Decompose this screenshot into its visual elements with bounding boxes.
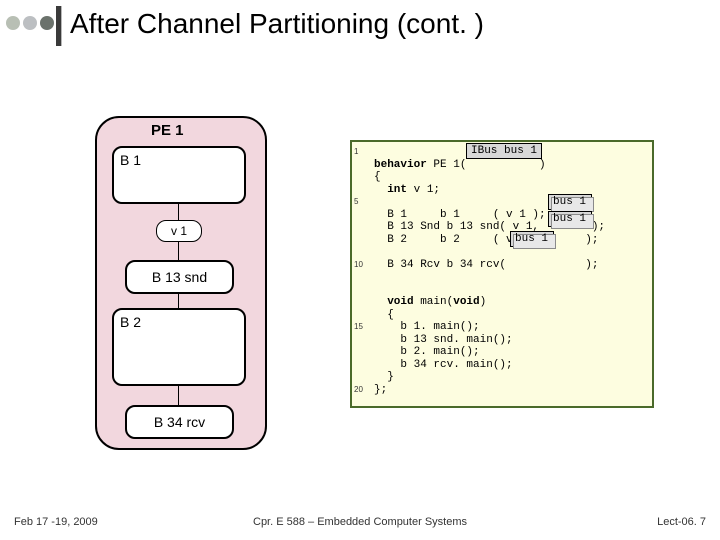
line-number: 1 <box>354 146 358 159</box>
dot-icon <box>23 16 37 30</box>
dot-icon <box>40 16 54 30</box>
title-divider <box>56 6 62 46</box>
block-b2-label: B 2 <box>120 314 141 330</box>
block-b34rcv: B 34 rcv <box>125 405 234 439</box>
footer-course: Cpr. E 588 – Embedded Computer Systems <box>0 516 720 528</box>
connector <box>178 242 179 260</box>
block-b1: B 1 <box>112 146 246 204</box>
footer-page: Lect-06. 7 <box>657 516 706 528</box>
slide: After Channel Partitioning (cont. ) PE 1… <box>0 0 720 540</box>
dot-icon <box>6 16 20 30</box>
block-b13snd: B 13 snd <box>125 260 234 294</box>
connector <box>178 384 179 405</box>
pe-label: PE 1 <box>151 122 184 139</box>
var-v1: v 1 <box>156 220 202 242</box>
connector <box>178 202 179 220</box>
slide-title: After Channel Partitioning (cont. ) <box>70 8 484 40</box>
line-number: 10 <box>354 259 363 272</box>
code-text: 1behavior PE 1( ) { int v 1; 5 B 1 b 1 (… <box>352 142 652 425</box>
line-number: 20 <box>354 384 363 397</box>
block-b1-label: B 1 <box>120 152 141 168</box>
connector <box>178 292 179 308</box>
code-panel: 1behavior PE 1( ) { int v 1; 5 B 1 b 1 (… <box>350 140 654 408</box>
line-number: 15 <box>354 321 363 334</box>
chip-bus1: bus 1 <box>510 231 554 247</box>
chip-bus1: bus 1 <box>548 194 592 210</box>
chip-bus1: bus 1 <box>548 211 592 227</box>
block-b2: B 2 <box>112 308 246 386</box>
accent-dots <box>6 16 54 30</box>
chip-ibus: IBus bus 1 <box>466 143 542 159</box>
line-number: 5 <box>354 196 358 209</box>
